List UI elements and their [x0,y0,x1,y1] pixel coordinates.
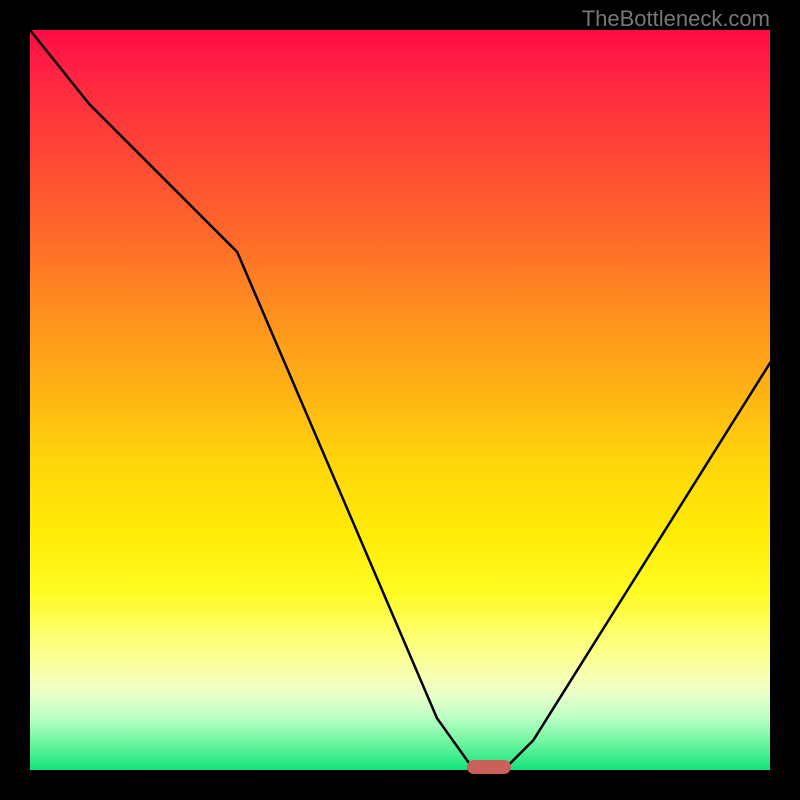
chart-frame: TheBottleneck.com [0,0,800,800]
optimal-marker [467,760,511,774]
plot-area [30,30,770,770]
watermark-text: TheBottleneck.com [582,6,770,32]
curve-path [30,30,770,770]
bottleneck-curve [30,30,770,770]
